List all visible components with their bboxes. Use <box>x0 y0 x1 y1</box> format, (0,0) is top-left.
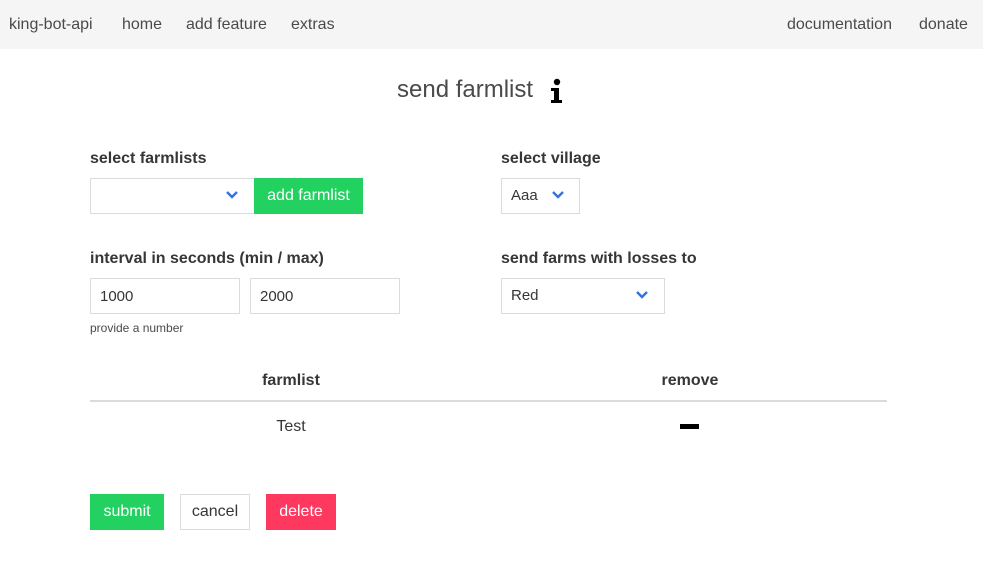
nav-home[interactable]: home <box>122 0 162 49</box>
navbar: king-bot-api home add feature extras doc… <box>0 0 983 49</box>
interval-max-input[interactable] <box>250 278 400 314</box>
nav-extras[interactable]: extras <box>291 0 335 49</box>
table-cell-farmlist: Test <box>276 418 306 435</box>
interval-label: interval in seconds (min / max) <box>90 250 324 267</box>
table-header-farmlist: farmlist <box>262 372 320 389</box>
losses-label: send farms with losses to <box>501 250 697 267</box>
chevron-down-icon <box>226 191 238 199</box>
chevron-down-icon <box>552 191 564 199</box>
nav-documentation[interactable]: documentation <box>787 0 892 49</box>
info-icon[interactable] <box>548 78 566 104</box>
submit-button[interactable]: submit <box>90 494 164 530</box>
farmlists-label: select farmlists <box>90 150 207 167</box>
minus-icon[interactable] <box>680 424 699 429</box>
nav-add-feature[interactable]: add feature <box>186 0 267 49</box>
interval-min-input[interactable] <box>90 278 240 314</box>
nav-donate[interactable]: donate <box>919 0 968 49</box>
delete-button[interactable]: delete <box>266 494 336 530</box>
title-row: send farmlist <box>0 72 983 112</box>
chevron-down-icon <box>636 291 648 299</box>
village-select[interactable]: Aaa <box>501 178 580 214</box>
add-farmlist-button[interactable]: add farmlist <box>254 178 363 214</box>
table-header-divider <box>90 400 887 402</box>
cancel-button[interactable]: cancel <box>180 494 250 530</box>
village-select-value: Aaa <box>511 187 538 204</box>
table-header-remove: remove <box>661 372 719 389</box>
village-label: select village <box>501 150 601 167</box>
page-title: send farmlist <box>397 76 534 103</box>
losses-select[interactable]: Red <box>501 278 665 314</box>
farmlists-select[interactable] <box>90 178 255 214</box>
interval-help-text: provide a number <box>90 321 184 335</box>
losses-select-value: Red <box>511 287 539 304</box>
nav-brand[interactable]: king-bot-api <box>9 0 93 49</box>
